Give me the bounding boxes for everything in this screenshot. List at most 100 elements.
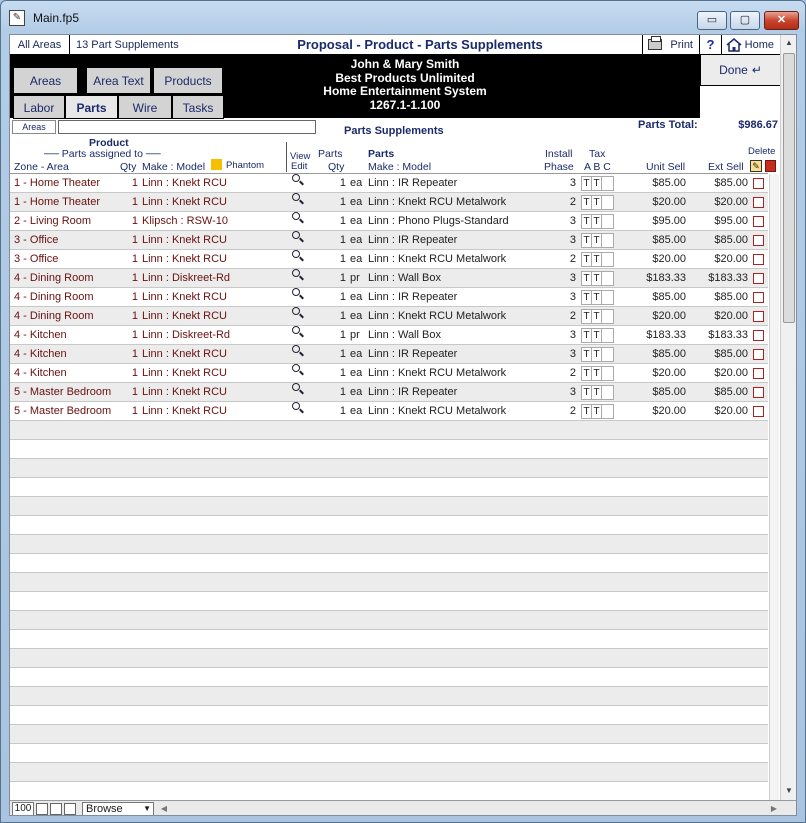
tax-abc-cells[interactable]: TT [581, 328, 614, 343]
table-row[interactable]: 4 - Dining Room 1 Linn : Knekt RCU 1 ea Linn … [10, 288, 768, 307]
list-scrollbar[interactable] [769, 174, 779, 800]
tax-abc-cells[interactable]: TT [581, 347, 614, 362]
view-edit-button[interactable] [289, 193, 303, 212]
table-row[interactable]: 4 - Kitchen 1 Linn : Diskreet-Rd 1 pr Linn : … [10, 326, 768, 345]
unit-sell-cell[interactable]: $20.00 [620, 250, 686, 269]
delete-checkbox[interactable] [753, 330, 764, 341]
parts-qty-cell[interactable]: 1 [310, 402, 346, 421]
delete-checkbox[interactable] [753, 197, 764, 208]
tax-a-cell[interactable]: T [582, 215, 592, 228]
tax-abc-cells[interactable]: TT [581, 252, 614, 267]
install-phase-cell[interactable]: 3 [560, 212, 576, 231]
view-edit-button[interactable] [289, 250, 303, 269]
unit-sell-cell[interactable]: $85.00 [620, 174, 686, 193]
unit-sell-cell[interactable]: $20.00 [620, 402, 686, 421]
table-row[interactable]: 4 - Dining Room 1 Linn : Knekt RCU 1 ea Linn … [10, 307, 768, 326]
install-phase-cell[interactable]: 3 [560, 269, 576, 288]
tax-b-cell[interactable]: T [592, 386, 602, 399]
unit-sell-cell[interactable]: $183.33 [620, 269, 686, 288]
nav-labor-button[interactable]: Labor [13, 95, 65, 119]
unit-sell-cell[interactable]: $95.00 [620, 212, 686, 231]
install-phase-cell[interactable]: 2 [560, 402, 576, 421]
view-edit-button[interactable] [289, 345, 303, 364]
nav-tasks-button[interactable]: Tasks [172, 95, 224, 119]
tax-a-cell[interactable]: T [582, 253, 592, 266]
parts-qty-cell[interactable]: 1 [310, 288, 346, 307]
table-row[interactable]: 1 - Home Theater 1 Linn : Knekt RCU 1 ea Linn… [10, 193, 768, 212]
unit-sell-cell[interactable]: $85.00 [620, 231, 686, 250]
install-phase-cell[interactable]: 3 [560, 288, 576, 307]
parts-qty-cell[interactable]: 1 [310, 212, 346, 231]
delete-checkbox[interactable] [753, 216, 764, 227]
home-button[interactable]: Home [722, 35, 780, 55]
view-edit-button[interactable] [289, 212, 303, 231]
parts-qty-cell[interactable]: 1 [310, 174, 346, 193]
tax-a-cell[interactable]: T [582, 386, 592, 399]
install-phase-cell[interactable]: 3 [560, 326, 576, 345]
install-phase-cell[interactable]: 2 [560, 307, 576, 326]
tax-a-cell[interactable]: T [582, 310, 592, 323]
tax-abc-cells[interactable]: TT [581, 290, 614, 305]
tax-abc-cells[interactable]: TT [581, 366, 614, 381]
parts-qty-cell[interactable]: 1 [310, 307, 346, 326]
install-phase-cell[interactable]: 3 [560, 345, 576, 364]
tax-abc-cells[interactable]: TT [581, 404, 614, 419]
install-phase-cell[interactable]: 3 [560, 174, 576, 193]
nav-parts-button[interactable]: Parts [65, 95, 118, 119]
tax-a-cell[interactable]: T [582, 177, 592, 190]
tax-b-cell[interactable]: T [592, 253, 602, 266]
delete-checkbox[interactable] [753, 387, 764, 398]
delete-checkbox[interactable] [753, 235, 764, 246]
install-phase-cell[interactable]: 3 [560, 231, 576, 250]
unit-sell-cell[interactable]: $20.00 [620, 364, 686, 383]
view-edit-button[interactable] [289, 269, 303, 288]
unit-sell-cell[interactable]: $20.00 [620, 307, 686, 326]
delete-checkbox[interactable] [753, 311, 764, 322]
tax-abc-cells[interactable]: TT [581, 271, 614, 286]
tax-abc-cells[interactable]: TT [581, 309, 614, 324]
parts-qty-cell[interactable]: 1 [310, 383, 346, 402]
tax-b-cell[interactable]: T [592, 367, 602, 380]
minimize-button[interactable]: ▭ [697, 11, 727, 30]
tax-a-cell[interactable]: T [582, 367, 592, 380]
unit-sell-cell[interactable]: $85.00 [620, 288, 686, 307]
tax-abc-cells[interactable]: TT [581, 385, 614, 400]
tax-b-cell[interactable]: T [592, 329, 602, 342]
view-edit-button[interactable] [289, 364, 303, 383]
view-edit-button[interactable] [289, 288, 303, 307]
parts-qty-cell[interactable]: 1 [310, 250, 346, 269]
parts-qty-cell[interactable]: 1 [310, 231, 346, 250]
scroll-up-icon[interactable]: ▲ [781, 35, 796, 51]
install-phase-cell[interactable]: 2 [560, 193, 576, 212]
scroll-down-icon[interactable]: ▼ [781, 783, 796, 799]
delete-checkbox[interactable] [753, 178, 764, 189]
tax-a-cell[interactable]: T [582, 291, 592, 304]
tax-a-cell[interactable]: T [582, 196, 592, 209]
delete-checkbox[interactable] [753, 368, 764, 379]
table-row[interactable]: 5 - Master Bedroom 1 Linn : Knekt RCU 1 ea Li… [10, 402, 768, 421]
delete-checkbox[interactable] [753, 349, 764, 360]
help-button[interactable]: ? [700, 35, 722, 55]
delete-checkbox[interactable] [753, 406, 764, 417]
parts-qty-cell[interactable]: 1 [310, 326, 346, 345]
maximize-button[interactable]: ▢ [730, 11, 760, 30]
tax-abc-cells[interactable]: TT [581, 176, 614, 191]
scroll-thumb[interactable] [783, 53, 795, 323]
parts-qty-cell[interactable]: 1 [310, 193, 346, 212]
tax-abc-cells[interactable]: TT [581, 233, 614, 248]
parts-qty-cell[interactable]: 1 [310, 269, 346, 288]
table-row[interactable]: 4 - Kitchen 1 Linn : Knekt RCU 1 ea Linn : IR… [10, 345, 768, 364]
tax-b-cell[interactable]: T [592, 291, 602, 304]
table-row[interactable]: 3 - Office 1 Linn : Knekt RCU 1 ea Linn : Kne… [10, 250, 768, 269]
nav-wire-button[interactable]: Wire [118, 95, 172, 119]
print-button[interactable]: Print [642, 35, 700, 55]
tax-b-cell[interactable]: T [592, 215, 602, 228]
table-row[interactable]: 2 - Living Room 1 Klipsch : RSW-10 1 ea Linn … [10, 212, 768, 231]
view-edit-button[interactable] [289, 307, 303, 326]
tax-a-cell[interactable]: T [582, 234, 592, 247]
tax-a-cell[interactable]: T [582, 405, 592, 418]
view-edit-button[interactable] [289, 383, 303, 402]
view-edit-button[interactable] [289, 174, 303, 193]
install-phase-cell[interactable]: 2 [560, 364, 576, 383]
done-button[interactable]: Done ↵ [700, 55, 780, 86]
